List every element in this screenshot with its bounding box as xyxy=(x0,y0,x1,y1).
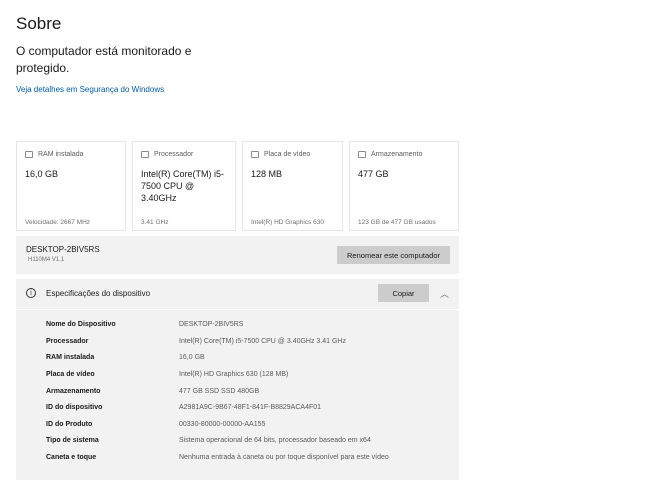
device-name: DESKTOP-2BIV5RS xyxy=(26,245,100,254)
spec-value: Nenhuma entrada à caneta ou por toque di… xyxy=(179,454,389,461)
info-icon: i xyxy=(26,288,36,298)
specs-title: Especificações do dispositivo xyxy=(46,289,151,298)
spec-key: Processador xyxy=(46,338,89,345)
spec-key: RAM instalada xyxy=(46,354,95,361)
card-label: Armazenamento xyxy=(371,151,423,158)
storage-icon xyxy=(358,151,366,158)
spec-row: Placa de vídeo Intel(R) HD Graphics 630 (… xyxy=(16,371,459,387)
device-specifications-panel: i Especificações do dispositivo Copiar ︿… xyxy=(16,279,459,480)
copy-specs-button[interactable]: Copiar xyxy=(378,284,429,302)
ram-icon xyxy=(25,151,33,158)
spec-row: Tipo de sistema Sistema operacional de 64… xyxy=(16,437,459,453)
spec-value: DESKTOP-2BIV5RS xyxy=(179,321,244,328)
spec-value: 16,0 GB xyxy=(179,354,205,361)
spec-key: Armazenamento xyxy=(46,388,101,395)
card-footer: Intel(R) HD Graphics 630 xyxy=(251,219,324,226)
spec-key: ID do dispositivo xyxy=(46,404,103,411)
card-footer: 3.41 GHz xyxy=(141,219,169,226)
card-value: Intel(R) Core(TM) i5-7500 CPU @ 3.40GHz xyxy=(141,169,225,203)
windows-security-link[interactable]: Veja detalhes em Segurança do Windows xyxy=(16,85,164,94)
gpu-card: Placa de vídeo 128 MB Intel(R) HD Graphi… xyxy=(242,141,343,231)
spec-row: RAM instalada 16,0 GB xyxy=(16,354,459,370)
spec-row: ID do Produto 00330-80000-00000-AA155 xyxy=(16,421,459,437)
gpu-icon xyxy=(251,151,259,158)
spec-row: Armazenamento 477 GB SSD SSD 480GB xyxy=(16,388,459,404)
card-value: 477 GB xyxy=(358,169,389,179)
spec-key: Tipo de sistema xyxy=(46,437,99,444)
divider xyxy=(16,309,459,310)
card-label: RAM instalada xyxy=(38,151,84,158)
spec-key: Caneta e toque xyxy=(46,454,97,461)
processor-icon xyxy=(141,151,149,158)
spec-value: A2981A9C-9B67-48F1-841F-B8829ACA4F01 xyxy=(179,404,322,411)
card-value: 128 MB xyxy=(251,169,283,179)
spec-value: 477 GB SSD SSD 480GB xyxy=(179,388,260,395)
spec-value: Intel(R) Core(TM) i5-7500 CPU @ 3.40GHz … xyxy=(179,338,346,345)
storage-card: Armazenamento 477 GB 123 GB de 477 GB us… xyxy=(349,141,459,231)
ram-card: RAM instalada 16,0 GB Velocidade: 2667 M… xyxy=(16,141,126,231)
device-model: H110M4 V1.1 xyxy=(28,257,65,263)
spec-key: Placa de vídeo xyxy=(46,371,95,378)
card-value: 16,0 GB xyxy=(25,169,59,179)
card-footer: 123 GB de 477 GB usados xyxy=(358,219,436,226)
spec-row: Nome do Dispositivo DESKTOP-2BIV5RS xyxy=(16,321,459,337)
specs-header[interactable]: i Especificações do dispositivo Copiar ︿ xyxy=(16,279,459,309)
spec-value: 00330-80000-00000-AA155 xyxy=(179,421,266,428)
protection-status-text: O computador está monitorado e protegido… xyxy=(16,44,192,75)
spec-value: Sistema operacional de 64 bits, processa… xyxy=(179,437,371,444)
spec-row: Processador Intel(R) Core(TM) i5-7500 CPU… xyxy=(16,338,459,354)
card-label: Processador xyxy=(154,151,194,158)
spec-row: ID do dispositivo A2981A9C-9B67-48F1-841F… xyxy=(16,404,459,420)
card-label: Placa de vídeo xyxy=(264,151,311,158)
spec-value: Intel(R) HD Graphics 630 (128 MB) xyxy=(179,371,289,378)
spec-key: ID do Produto xyxy=(46,421,93,428)
processor-card: Processador Intel(R) Core(TM) i5-7500 CP… xyxy=(132,141,236,231)
spec-row: Caneta e toque Nenhuma entrada à caneta o… xyxy=(16,454,459,470)
rename-computer-button[interactable]: Renomear este computador xyxy=(337,246,450,264)
chevron-up-icon[interactable]: ︿ xyxy=(440,287,449,300)
page-title: Sobre xyxy=(16,14,62,33)
spec-key: Nome do Dispositivo xyxy=(46,321,116,328)
device-name-row: DESKTOP-2BIV5RS H110M4 V1.1 Renomear est… xyxy=(16,236,459,274)
hardware-summary-cards: RAM instalada 16,0 GB Velocidade: 2667 M… xyxy=(16,141,459,231)
card-footer: Velocidade: 2667 MHz xyxy=(25,219,91,226)
